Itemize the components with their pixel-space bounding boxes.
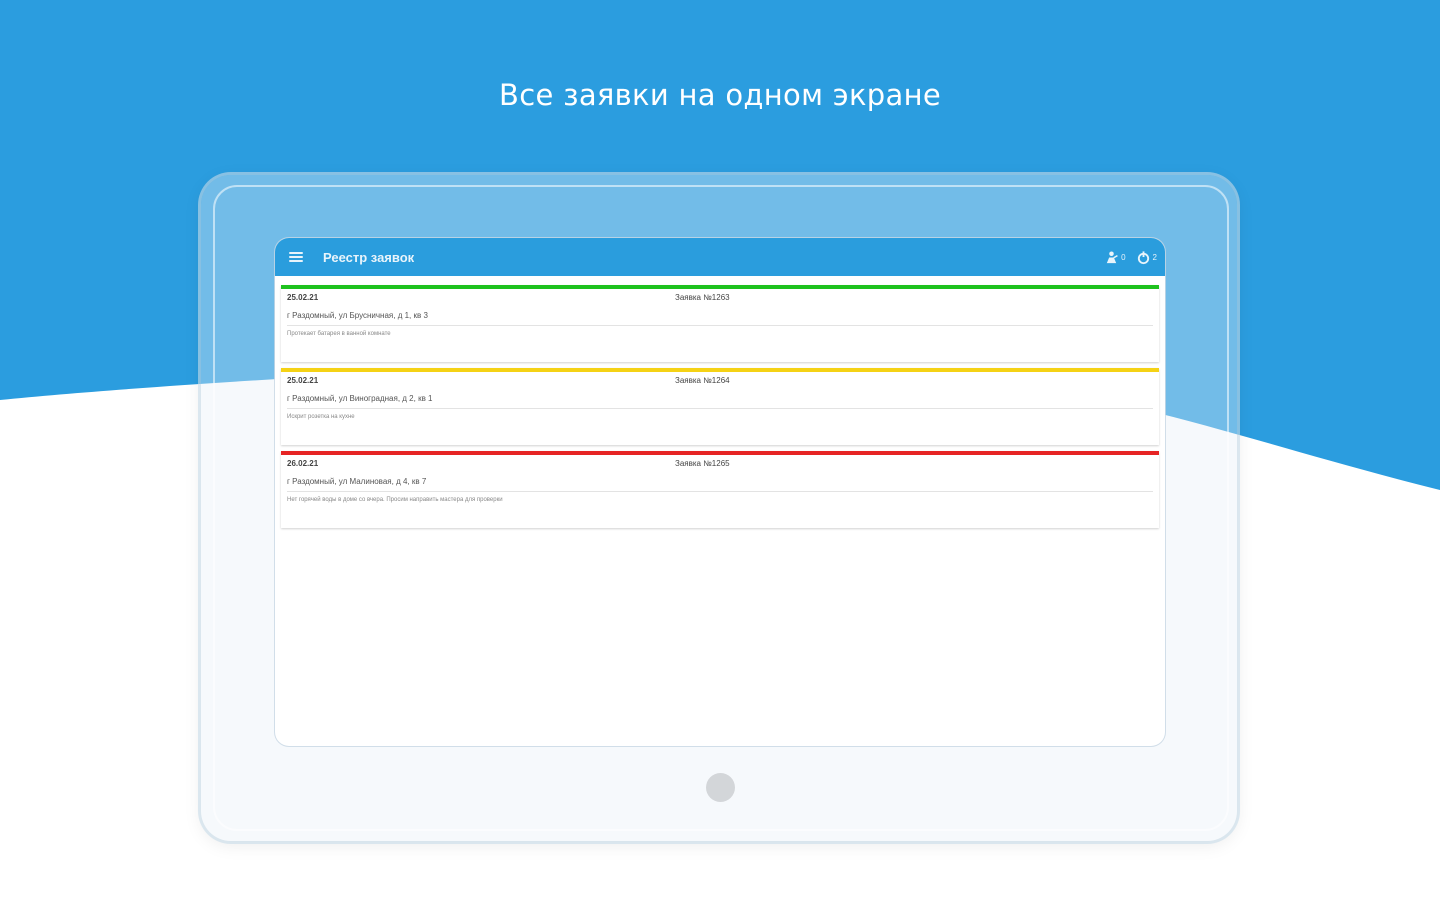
app-screen: Реестр заявок 0 2 25.02.21 Заявка №1263 … xyxy=(275,238,1165,746)
request-date: 26.02.21 xyxy=(287,459,319,468)
request-list: 25.02.21 Заявка №1263 г Раздомный, ул Бр… xyxy=(275,276,1165,528)
worker-icon xyxy=(1106,251,1118,263)
headline: Все заявки на одном экране xyxy=(499,78,941,112)
worker-count: 0 xyxy=(1121,252,1126,262)
request-number: Заявка №1264 xyxy=(675,376,730,385)
request-address: г Раздомный, ул Малиновая, д 4, кв 7 xyxy=(287,477,427,486)
request-card[interactable]: 26.02.21 Заявка №1265 г Раздомный, ул Ма… xyxy=(281,451,1159,528)
worker-filter-button[interactable]: 0 xyxy=(1104,250,1126,265)
tablet-frame: Реестр заявок 0 2 25.02.21 Заявка №1263 … xyxy=(201,175,1237,841)
app-bar: Реестр заявок 0 2 xyxy=(275,238,1165,276)
request-description: Искрит розетка на кухне xyxy=(287,414,355,420)
request-number: Заявка №1263 xyxy=(675,293,730,302)
status-stripe xyxy=(281,368,1159,372)
request-date: 25.02.21 xyxy=(287,293,319,302)
card-divider xyxy=(287,325,1153,326)
request-card[interactable]: 25.02.21 Заявка №1263 г Раздомный, ул Бр… xyxy=(281,285,1159,362)
status-stripe xyxy=(281,451,1159,455)
status-stripe xyxy=(281,285,1159,289)
app-bar-actions: 0 2 xyxy=(1104,238,1157,276)
emergency-filter-button[interactable]: 2 xyxy=(1136,250,1157,265)
request-card[interactable]: 25.02.21 Заявка №1264 г Раздомный, ул Ви… xyxy=(281,368,1159,445)
menu-icon[interactable] xyxy=(289,252,303,262)
request-date: 25.02.21 xyxy=(287,376,319,385)
emergency-icon xyxy=(1137,250,1149,264)
app-title: Реестр заявок xyxy=(323,249,415,265)
request-number: Заявка №1265 xyxy=(675,459,730,468)
request-description: Нет горячей воды в доме со вчера. Просим… xyxy=(287,497,503,503)
card-divider xyxy=(287,491,1153,492)
request-address: г Раздомный, ул Брусничная, д 1, кв 3 xyxy=(287,311,428,320)
request-address: г Раздомный, ул Виноградная, д 2, кв 1 xyxy=(287,394,433,403)
request-description: Протекает батарея в ванной комнате xyxy=(287,331,391,337)
emergency-count: 2 xyxy=(1152,252,1157,262)
card-divider xyxy=(287,408,1153,409)
home-button[interactable] xyxy=(706,773,735,802)
